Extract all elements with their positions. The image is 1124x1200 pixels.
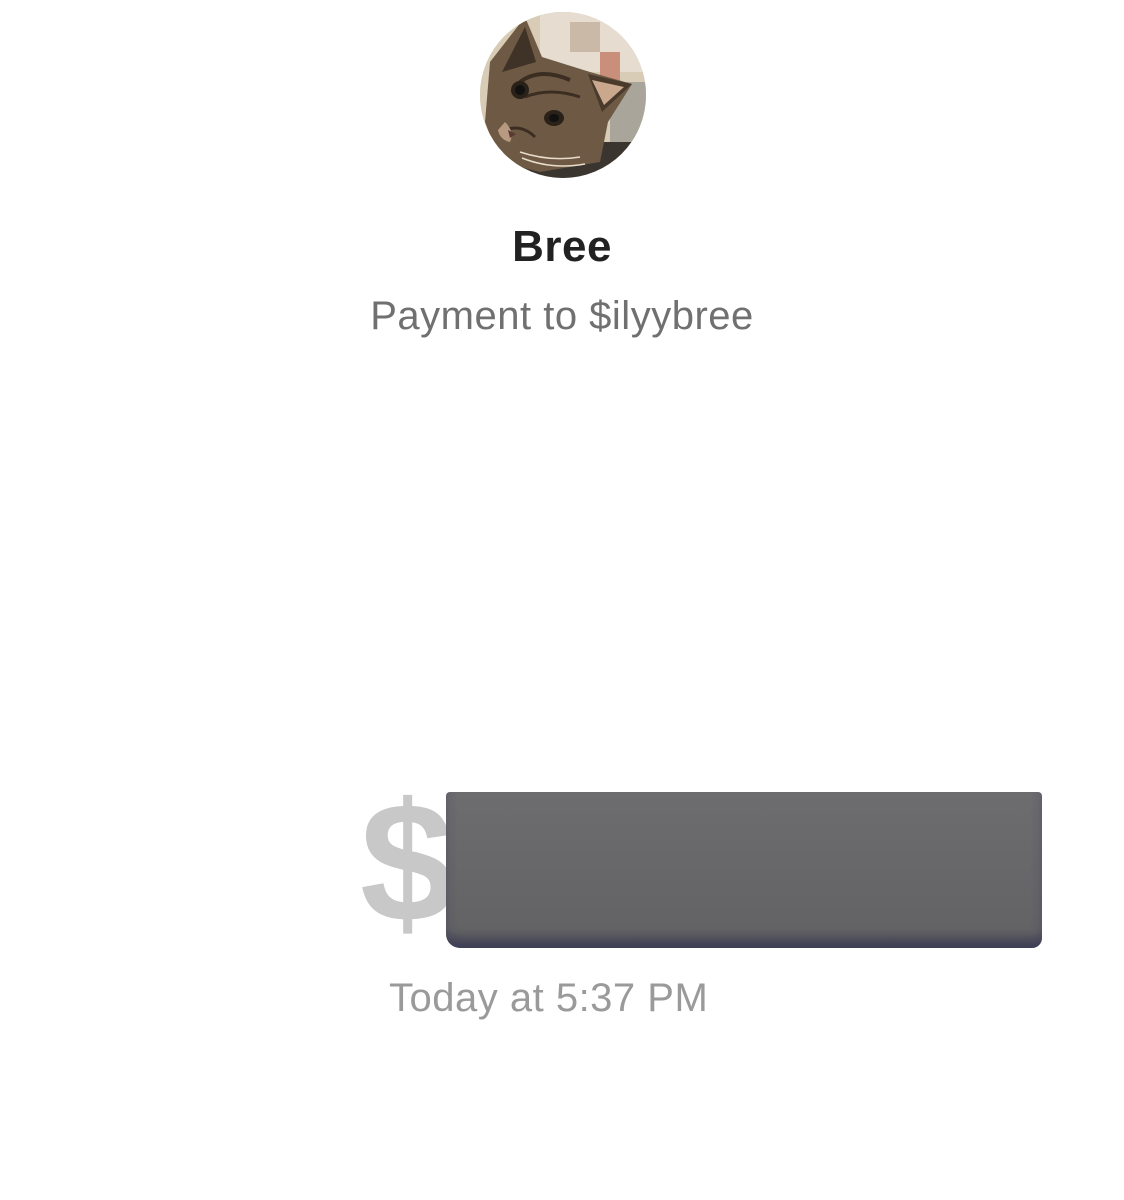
payment-recipient-handle: Payment to $ilyybree: [370, 294, 754, 338]
currency-symbol: $: [360, 768, 455, 958]
cat-photo-avatar-icon: [480, 12, 646, 178]
recipient-avatar[interactable]: [480, 12, 646, 178]
recipient-name: Bree: [512, 222, 612, 271]
redacted-amount-block: [446, 792, 1042, 948]
payment-timestamp: Today at 5:37 PM: [389, 976, 709, 1020]
